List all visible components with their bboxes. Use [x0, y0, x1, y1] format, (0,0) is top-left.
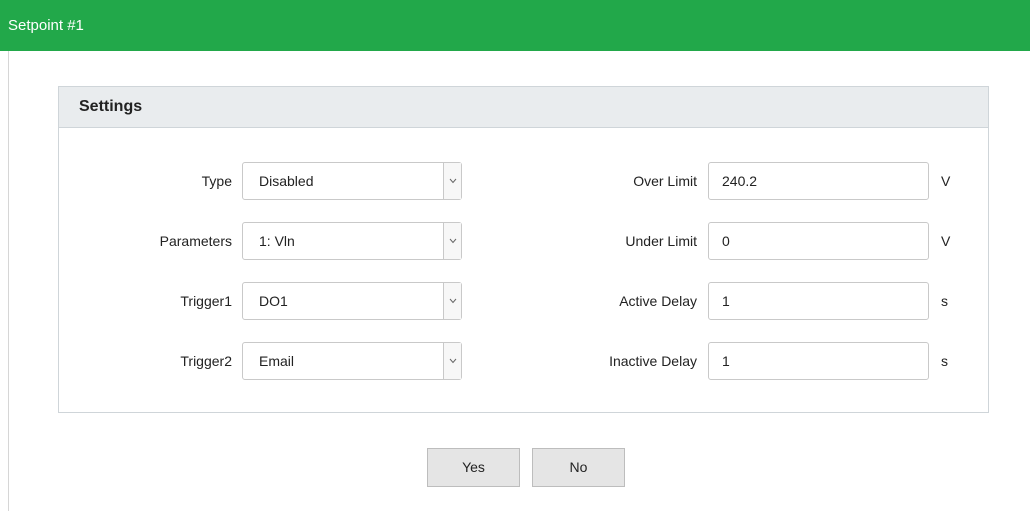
parameters-label: Parameters: [159, 233, 232, 249]
chevron-down-icon[interactable]: [443, 283, 461, 319]
inactive-delay-input[interactable]: 1: [708, 342, 929, 380]
type-value: Disabled: [259, 173, 314, 189]
trigger2-value: Email: [259, 353, 295, 369]
type-label: Type: [201, 173, 232, 189]
type-select[interactable]: Disabled: [242, 162, 462, 200]
inactive-delay-label: Inactive Delay: [609, 353, 697, 369]
chevron-down-icon[interactable]: [443, 223, 461, 259]
window-title: Setpoint #1: [0, 0, 1030, 51]
active-delay-label: Active Delay: [619, 293, 697, 309]
trigger1-select[interactable]: DO1: [242, 282, 462, 320]
yes-button[interactable]: Yes: [427, 448, 520, 487]
active-delay-value: 1: [722, 293, 730, 309]
parameters-value: 1: Vln: [259, 233, 295, 249]
under-limit-label: Under Limit: [625, 233, 697, 249]
over-limit-label: Over Limit: [633, 173, 697, 189]
trigger2-select[interactable]: Email: [242, 342, 462, 380]
chevron-down-icon[interactable]: [443, 343, 461, 379]
no-button[interactable]: No: [532, 448, 625, 487]
over-limit-input[interactable]: 240.2: [708, 162, 929, 200]
active-delay-input[interactable]: 1: [708, 282, 929, 320]
parameters-select[interactable]: 1: Vln: [242, 222, 462, 260]
chevron-down-icon[interactable]: [443, 163, 461, 199]
active-delay-unit: s: [941, 293, 948, 309]
inactive-delay-unit: s: [941, 353, 948, 369]
over-limit-unit: V: [941, 173, 951, 189]
inactive-delay-value: 1: [722, 353, 730, 369]
settings-header: Settings: [59, 87, 988, 128]
under-limit-input[interactable]: 0: [708, 222, 929, 260]
trigger2-label: Trigger2: [180, 353, 232, 369]
under-limit-unit: V: [941, 233, 951, 249]
left-divider: [8, 51, 9, 511]
over-limit-value: 240.2: [722, 173, 758, 189]
trigger1-label: Trigger1: [180, 293, 232, 309]
trigger1-value: DO1: [259, 293, 288, 309]
under-limit-value: 0: [722, 233, 730, 249]
